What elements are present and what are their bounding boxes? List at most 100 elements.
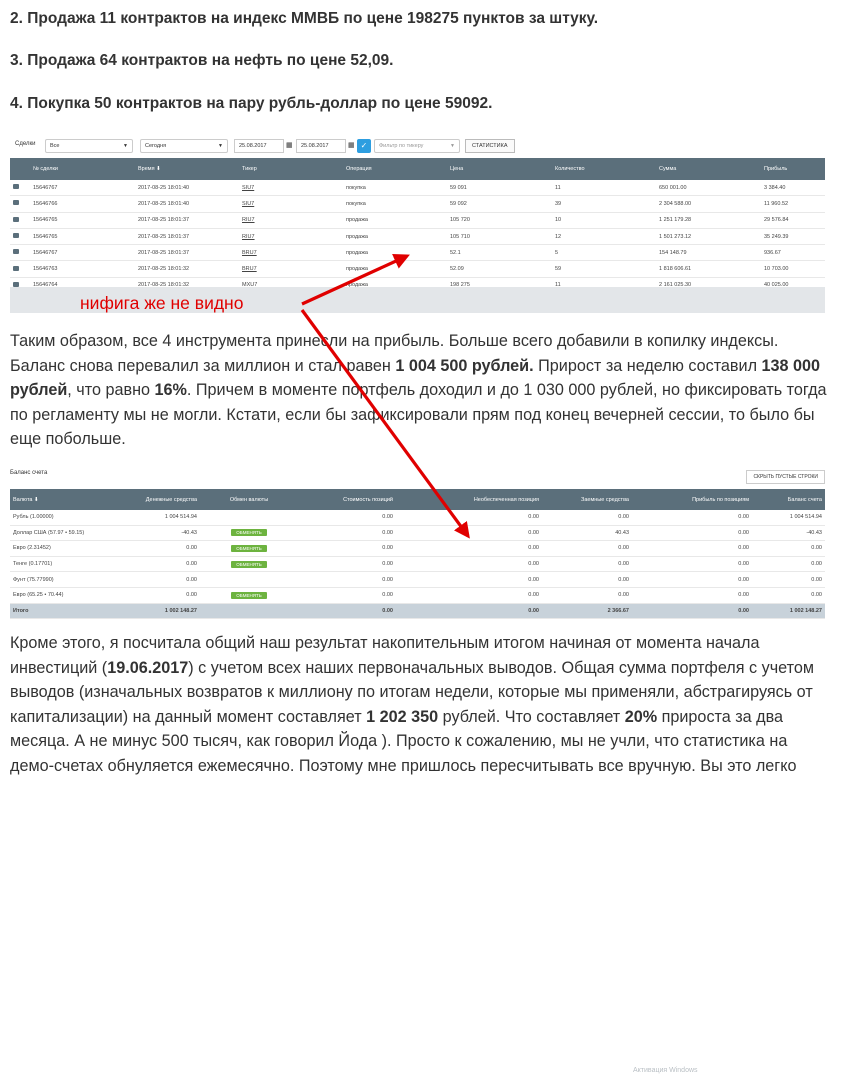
table-row[interactable]: 15646765 2017-08-25 18:01:37 RIU7 продажа 10… — [10, 228, 825, 246]
table-row[interactable]: 15646763 2017-08-25 18:01:32 BRU7 продажа 52… — [10, 260, 825, 278]
cell-time: 2017-08-25 18:01:37 — [135, 228, 239, 246]
cell-profit: 0.00 — [632, 510, 752, 526]
balance-col-header[interactable]: Валюта ⬇ — [10, 489, 105, 510]
document-icon[interactable] — [13, 265, 19, 271]
date-to-input[interactable]: 25.08.2017 — [296, 139, 346, 153]
cell-qty: 12 — [552, 228, 656, 246]
balance-col-header: Заемные средства — [542, 489, 632, 510]
cell-cash: 0.00 — [105, 571, 200, 588]
cell-pos: 0.00 — [298, 525, 396, 542]
cell-bal: 0.00 — [752, 556, 825, 573]
document-icon[interactable] — [13, 249, 19, 255]
date-from-input[interactable]: 25.08.2017 — [234, 139, 284, 153]
table-row: Евро (2.31452) 0.00 ОБМЕНЯТЬ 0.00 0.00 0.00 0.… — [10, 540, 825, 557]
balance-col-header: Баланс счета — [752, 489, 825, 510]
deals-col-header[interactable]: Операция — [343, 158, 447, 180]
exchange-button[interactable]: ОБМЕНЯТЬ — [231, 591, 267, 599]
cell-cur: Фунт (75.77990) — [10, 571, 105, 588]
cell-price: 105 720 — [447, 212, 552, 229]
ticker-filter-select[interactable]: Фильтр по тикеру ▼ — [374, 139, 460, 153]
document-icon[interactable] — [13, 200, 19, 206]
deals-header-row: № сделки Время ⬇ Тикер Операция Цена Количест… — [10, 158, 825, 180]
cell-op: продажа — [343, 228, 447, 246]
document-icon[interactable] — [13, 184, 19, 190]
cell-bal: -40.43 — [752, 525, 825, 542]
cell-ticker[interactable]: BRU7 — [239, 260, 343, 278]
cell-price: 52.1 — [447, 244, 552, 262]
deals-filter-select[interactable]: Все ▼ — [45, 139, 133, 153]
hide-empty-rows-button[interactable]: СКРЫТЬ ПУСТЫЕ СТРОКИ — [746, 470, 825, 484]
balance-col-header: Обмен валюты — [200, 489, 298, 510]
cell-cash: 1 004 514.94 — [105, 510, 200, 526]
balance-title: Баланс счета — [10, 470, 48, 476]
deals-col-header[interactable]: Цена — [447, 158, 552, 180]
balance-col-header: Денежные средства — [105, 489, 200, 510]
document-icon[interactable] — [13, 233, 19, 239]
heading-buy-usdrub: 4. Покупка 50 контрактов на пару рубль-д… — [10, 95, 493, 112]
balance-col-header: Стоимость позиций — [298, 489, 396, 510]
balance-table: Валюта ⬇ Денежные средства Обмен валюты Сто… — [10, 489, 825, 620]
deals-col-header[interactable]: Прибыль — [761, 158, 825, 180]
cell-loan: 0.00 — [542, 510, 632, 526]
cell-ticker[interactable]: SIU7 — [239, 180, 343, 197]
calendar-icon[interactable]: ▦ — [348, 141, 355, 149]
cell-unsec: 0.00 — [396, 540, 542, 557]
cell-cur: Евро (65.25 • 70.44) — [10, 587, 105, 604]
annotation-text: нифига же не видно — [80, 293, 244, 313]
cell-bal: 0.00 — [752, 540, 825, 557]
total-row: Итого 1 002 148.27 0.00 0.00 2 366.67 0.00 1 0… — [10, 603, 825, 620]
total-cash: 1 002 148.27 — [105, 603, 200, 620]
cell-pos: 0.00 — [298, 556, 396, 573]
exchange-button[interactable]: ОБМЕНЯТЬ — [231, 529, 267, 537]
balance-col-header: Прибыль по позициям — [632, 489, 752, 510]
table-row[interactable]: 15646767 2017-08-25 18:01:37 BRU7 продажа 52… — [10, 244, 825, 262]
balance-col-header: Необеспеченная позиция — [396, 489, 542, 510]
paragraph-total: Кроме этого, я посчитала общий наш резул… — [10, 634, 814, 775]
period-select[interactable]: Сегодня ▼ — [140, 139, 228, 153]
cell-ticker[interactable]: RIU7 — [239, 212, 343, 229]
table-row: Евро (65.25 • 70.44) 0.00 ОБМЕНЯТЬ 0.00 0.00… — [10, 587, 825, 604]
cell-profit: 0.00 — [632, 587, 752, 604]
table-row: Доллар США (57.97 • 59.15) -40.43 ОБМЕНЯТЬ… — [10, 525, 825, 542]
deals-col-header[interactable]: Время ⬇ — [135, 158, 239, 180]
total-cur: Итого — [10, 603, 105, 620]
cell-cur: Доллар США (57.97 • 59.15) — [10, 525, 105, 542]
table-row[interactable]: 15646766 2017-08-25 18:01:40 SIU7 покупка 59… — [10, 195, 825, 213]
cell-qty: 39 — [552, 195, 656, 213]
cell-ticker[interactable]: SIU7 — [239, 195, 343, 213]
deals-col-header[interactable]: Тикер — [239, 158, 343, 180]
cell-ticker[interactable]: RIU7 — [239, 228, 343, 246]
table-row[interactable]: 15646767 2017-08-25 18:01:40 SIU7 покупка 59… — [10, 180, 825, 197]
cell-sum: 1 501 273.12 — [656, 228, 761, 246]
cell-qty: 59 — [552, 260, 656, 278]
cell-qty: 11 — [552, 180, 656, 197]
deals-col-header[interactable]: Количество — [552, 158, 656, 180]
cell-pos: 0.00 — [298, 587, 396, 604]
deals-col-header[interactable]: Сумма — [656, 158, 761, 180]
cell-profit: 0.00 — [632, 571, 752, 588]
cell-bal: 0.00 — [752, 587, 825, 604]
cell-unsec: 0.00 — [396, 556, 542, 573]
deals-col-header[interactable]: № сделки — [30, 158, 135, 180]
cell-profit: 3 384.40 — [761, 180, 825, 197]
cell-pos: 0.00 — [298, 571, 396, 588]
windows-watermark: Активация Windows — [633, 1067, 698, 1074]
table-row[interactable]: 15646765 2017-08-25 18:01:37 RIU7 продажа 10… — [10, 212, 825, 229]
total-profit: 0.00 — [632, 603, 752, 620]
cell-op: покупка — [343, 180, 447, 197]
cell-cash: -40.43 — [105, 525, 200, 542]
stats-button[interactable]: СТАТИСТИКА — [465, 139, 515, 153]
exchange-button[interactable]: ОБМЕНЯТЬ — [231, 544, 267, 552]
cell-op: продажа — [343, 244, 447, 262]
apply-check-button[interactable]: ✓ — [357, 139, 371, 153]
document-icon[interactable] — [13, 216, 19, 222]
balance-rows: Рубль (1.00000) 1 004 514.94 0.00 0.00 0.00 0… — [10, 510, 825, 620]
cell-profit: 29 576.84 — [761, 212, 825, 229]
cell-loan: 0.00 — [542, 587, 632, 604]
cell-pos: 0.00 — [298, 540, 396, 557]
exchange-button[interactable]: ОБМЕНЯТЬ — [231, 560, 267, 568]
cell-profit: 936.67 — [761, 244, 825, 262]
cell-op: продажа — [343, 212, 447, 229]
calendar-icon[interactable]: ▦ — [286, 141, 293, 149]
cell-ticker[interactable]: BRU7 — [239, 244, 343, 262]
